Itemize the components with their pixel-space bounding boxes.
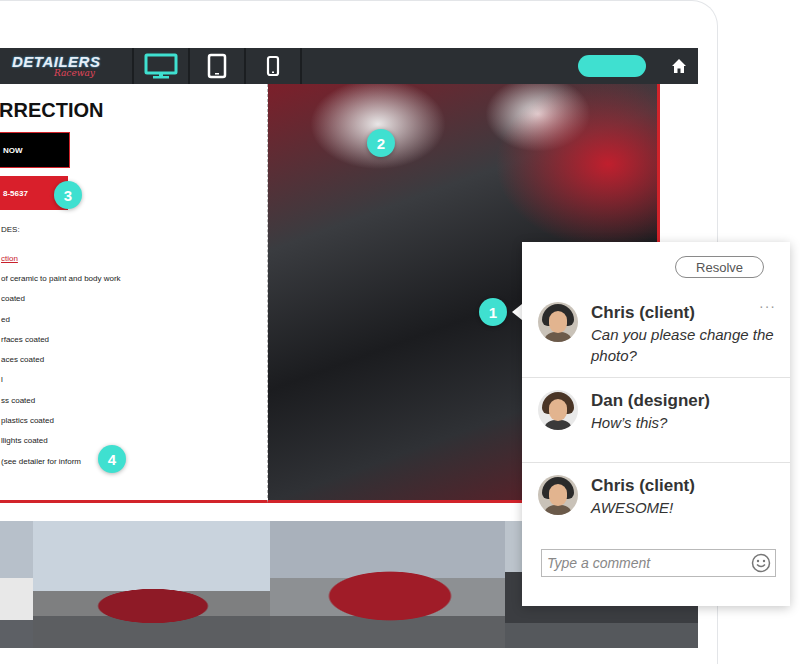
feature-item: ss coated <box>0 395 267 407</box>
resolve-button[interactable]: Resolve <box>675 256 764 278</box>
comment-body: Dan (designer)How’s this? <box>591 390 710 462</box>
comment-author: Chris (client) <box>591 475 695 497</box>
comment: Chris (client)AWESOME! <box>522 463 790 539</box>
comment: Dan (designer)How’s this? <box>522 378 790 463</box>
gallery-photo[interactable] <box>0 521 33 648</box>
service-link[interactable]: ction <box>0 253 267 265</box>
text-panel: RRECTION NOW 8-5637 DES: ction of ceramic to … <box>0 84 268 503</box>
home-button[interactable] <box>664 48 694 84</box>
desktop-icon <box>144 53 178 79</box>
logo-subtitle: Raceway <box>12 69 132 78</box>
comment-text: How’s this? <box>591 412 710 433</box>
comment-body: Chris (client)Can you please change the … <box>591 302 778 377</box>
feature-item: l <box>0 374 267 386</box>
comment-input[interactable] <box>547 555 751 571</box>
comment-author: Chris (client) <box>591 302 778 324</box>
feature-item: of ceramic to paint and body work <box>0 273 267 285</box>
resolve-row: Resolve <box>522 242 790 294</box>
avatar-face <box>549 399 567 421</box>
home-icon <box>671 58 687 74</box>
comment-pointer <box>512 304 522 320</box>
more-menu[interactable]: ··· <box>759 298 776 314</box>
comment-body: Chris (client)AWESOME! <box>591 475 695 539</box>
publish-button[interactable] <box>578 55 646 77</box>
button-label: NOW <box>3 146 23 155</box>
feature-item: (see detailer for inform <box>0 456 267 468</box>
includes-label: DES: <box>0 224 267 236</box>
comment: Chris (client)Can you please change the … <box>522 294 790 378</box>
avatar <box>538 390 578 430</box>
avatar <box>538 475 578 515</box>
feature-item: plastics coated <box>0 415 267 427</box>
emoji-icon[interactable] <box>751 553 771 573</box>
feature-item: coated <box>0 293 267 305</box>
comment-marker[interactable]: 3 <box>54 181 82 209</box>
site-logo[interactable]: DETAILERSRaceway <box>0 48 134 84</box>
avatar-body <box>543 505 573 515</box>
comment-author: Dan (designer) <box>591 390 710 412</box>
comment-marker[interactable]: 4 <box>98 445 126 473</box>
feature-item: llights coated <box>0 435 267 447</box>
gallery-photo[interactable] <box>270 521 505 648</box>
avatar-face <box>549 311 567 333</box>
avatar-body <box>543 420 573 430</box>
feature-item: rfaces coated <box>0 334 267 346</box>
feature-list: of ceramic to paint and body work coated e… <box>0 273 267 476</box>
comment-text: AWESOME! <box>591 497 695 518</box>
logo-text: DETAILERS <box>12 54 132 69</box>
bar-spacer <box>302 48 578 84</box>
comment-marker[interactable]: 1 <box>479 298 507 326</box>
avatar-face <box>549 484 567 506</box>
comment-panel: ResolveChris (client)Can you please chan… <box>522 242 790 606</box>
tablet-icon <box>207 53 227 79</box>
avatar <box>538 302 578 342</box>
device-toggle[interactable] <box>190 48 246 84</box>
device-toggle[interactable] <box>246 48 302 84</box>
feature-item: aces coated <box>0 354 267 366</box>
page-heading: RRECTION <box>0 98 267 122</box>
comment-field <box>541 549 776 577</box>
device-toggle[interactable] <box>134 48 190 84</box>
feature-item: ed <box>0 314 267 326</box>
comment-text: Can you please change the photo? <box>591 324 778 366</box>
top-bar: DETAILERSRaceway <box>0 48 698 84</box>
button-label: 8-5637 <box>3 189 28 198</box>
comment-marker[interactable]: 2 <box>367 129 395 157</box>
book-button[interactable]: NOW <box>0 132 70 168</box>
gallery-photo[interactable] <box>33 521 270 648</box>
avatar-body <box>543 332 573 342</box>
phone-icon <box>266 55 280 77</box>
